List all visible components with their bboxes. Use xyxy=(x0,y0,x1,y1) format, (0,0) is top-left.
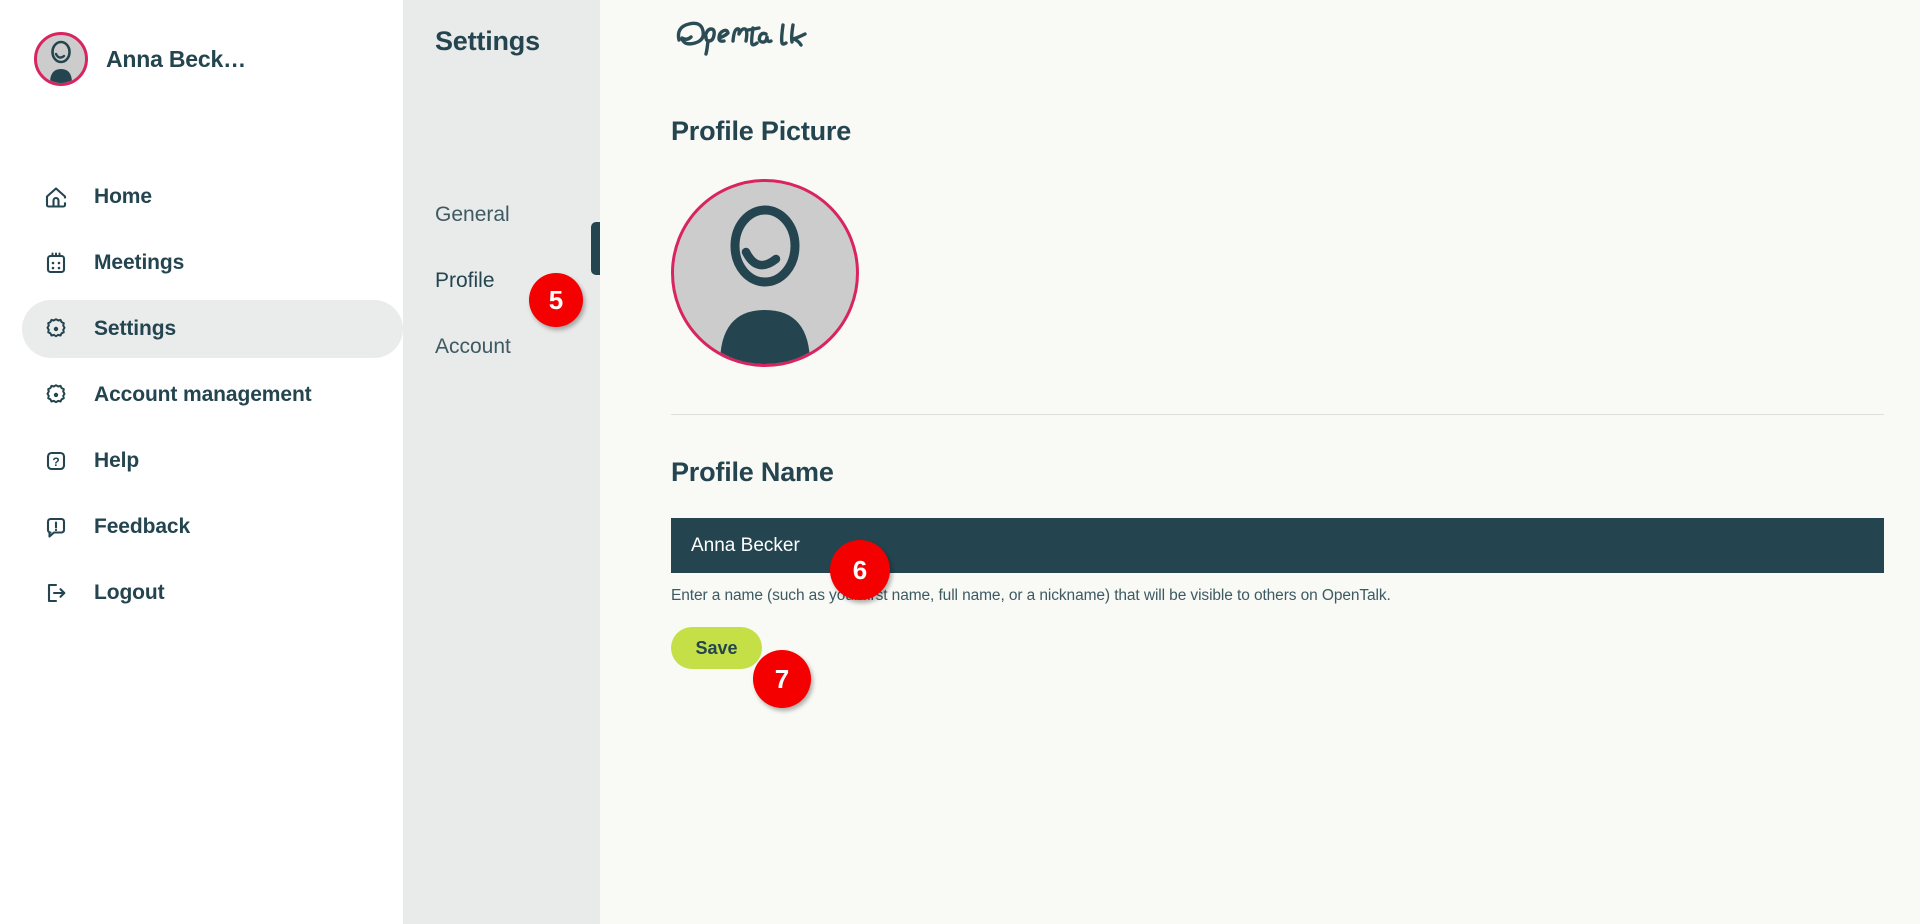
step-badge-6: 6 xyxy=(830,540,890,600)
gear-icon xyxy=(42,381,70,409)
sidebar-item-label: Logout xyxy=(94,581,165,604)
logout-arrow-icon xyxy=(42,579,70,607)
settings-link-account[interactable]: Account xyxy=(403,314,600,380)
sidebar-user-block[interactable]: Anna Beck… xyxy=(0,0,403,96)
opentalk-logo xyxy=(671,0,1920,64)
settings-subnav-panel: Settings General Profile Account xyxy=(403,0,600,924)
sidebar-nav: Home Meetings Settings Account managemen… xyxy=(0,168,403,622)
settings-panel-title: Settings xyxy=(435,26,540,56)
sidebar-item-label: Account management xyxy=(94,383,312,406)
speech-bubble-alert-icon xyxy=(42,513,70,541)
user-avatar-large-icon xyxy=(720,205,810,364)
step-badge-7: 7 xyxy=(753,650,811,708)
sidebar-item-account-management[interactable]: Account management xyxy=(0,366,403,424)
sidebar-item-help[interactable]: ? Help xyxy=(0,432,403,490)
section-divider xyxy=(671,414,1884,415)
settings-link-general[interactable]: General xyxy=(403,182,600,248)
home-icon xyxy=(42,183,70,211)
sidebar-item-label: Feedback xyxy=(94,515,191,538)
sidebar-item-label: Home xyxy=(94,185,152,208)
sidebar-item-label: Help xyxy=(94,449,140,472)
main-sidebar: Anna Beck… Home Meetings Settings Accoun… xyxy=(0,0,403,924)
sidebar-item-meetings[interactable]: Meetings xyxy=(0,234,403,292)
profile-picture-heading: Profile Picture xyxy=(671,116,852,146)
step-badge-5: 5 xyxy=(529,273,583,327)
calendar-icon xyxy=(42,249,70,277)
profile-name-value: Anna Becker xyxy=(691,534,800,556)
avatar xyxy=(34,32,88,86)
app-root: Anna Beck… Home Meetings Settings Accoun… xyxy=(0,0,1920,924)
profile-name-heading: Profile Name xyxy=(671,457,834,487)
save-button[interactable]: Save xyxy=(671,627,762,669)
svg-text:?: ? xyxy=(52,455,59,469)
sidebar-item-label: Meetings xyxy=(94,251,185,274)
sidebar-item-home[interactable]: Home xyxy=(0,168,403,226)
main-content: Profile Picture Profile Name Anna Becker… xyxy=(600,0,1920,924)
sidebar-item-logout[interactable]: Logout xyxy=(0,564,403,622)
sidebar-item-feedback[interactable]: Feedback xyxy=(0,498,403,556)
sidebar-item-label: Settings xyxy=(94,317,177,340)
opentalk-wordmark-icon xyxy=(676,21,807,56)
user-avatar-icon xyxy=(50,40,72,83)
question-box-icon: ? xyxy=(42,447,70,475)
gear-icon xyxy=(42,315,70,343)
active-tab-indicator xyxy=(591,222,600,275)
sidebar-user-name: Anna Beck… xyxy=(106,45,246,72)
sidebar-item-settings[interactable]: Settings xyxy=(22,300,403,358)
profile-picture-avatar[interactable] xyxy=(671,179,859,367)
